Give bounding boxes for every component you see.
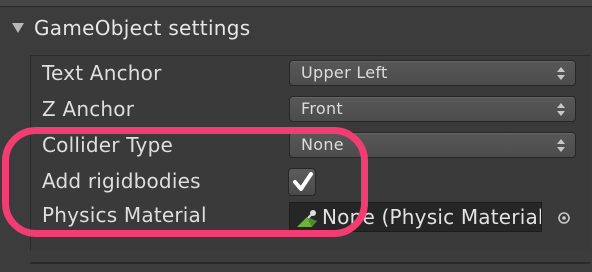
up-down-arrows-icon bbox=[557, 67, 565, 81]
object-picker-icon[interactable] bbox=[557, 211, 571, 225]
add-rigidbodies-label: Add rigidbodies bbox=[42, 169, 201, 193]
up-down-arrows-icon bbox=[557, 103, 565, 117]
bottom-separator bbox=[30, 262, 590, 264]
z-anchor-value: Front bbox=[301, 99, 343, 118]
add-rigidbodies-checkbox[interactable] bbox=[288, 168, 316, 196]
text-anchor-dropdown[interactable]: Upper Left bbox=[289, 60, 576, 86]
top-separator bbox=[0, 0, 592, 7]
physics-material-value: None (Physic Material) bbox=[322, 205, 542, 229]
collider-type-value: None bbox=[301, 135, 344, 154]
text-anchor-label: Text Anchor bbox=[42, 61, 162, 85]
text-anchor-value: Upper Left bbox=[301, 63, 388, 82]
checkmark-icon bbox=[293, 172, 313, 191]
z-anchor-dropdown[interactable]: Front bbox=[289, 96, 576, 122]
section-title: GameObject settings bbox=[34, 16, 251, 40]
physics-material-field[interactable]: None (Physic Material) bbox=[289, 202, 542, 232]
foldout-triangle-icon[interactable] bbox=[12, 23, 24, 33]
physics-material-label: Physics Material bbox=[42, 203, 207, 227]
up-down-arrows-icon bbox=[557, 139, 565, 153]
z-anchor-label: Z Anchor bbox=[42, 97, 135, 121]
gameobject-settings-foldout[interactable]: GameObject settings bbox=[0, 10, 592, 44]
collider-type-dropdown[interactable]: None bbox=[289, 132, 576, 158]
physic-material-icon bbox=[297, 210, 317, 227]
collider-type-label: Collider Type bbox=[42, 133, 173, 157]
row-z-anchor: Z Anchor Front bbox=[0, 93, 592, 127]
row-collider-type: Collider Type None bbox=[0, 129, 592, 163]
row-text-anchor: Text Anchor Upper Left bbox=[0, 57, 592, 91]
row-add-rigidbodies: Add rigidbodies bbox=[0, 165, 592, 199]
row-physics-material: Physics Material None (Physic Material) bbox=[0, 199, 592, 233]
